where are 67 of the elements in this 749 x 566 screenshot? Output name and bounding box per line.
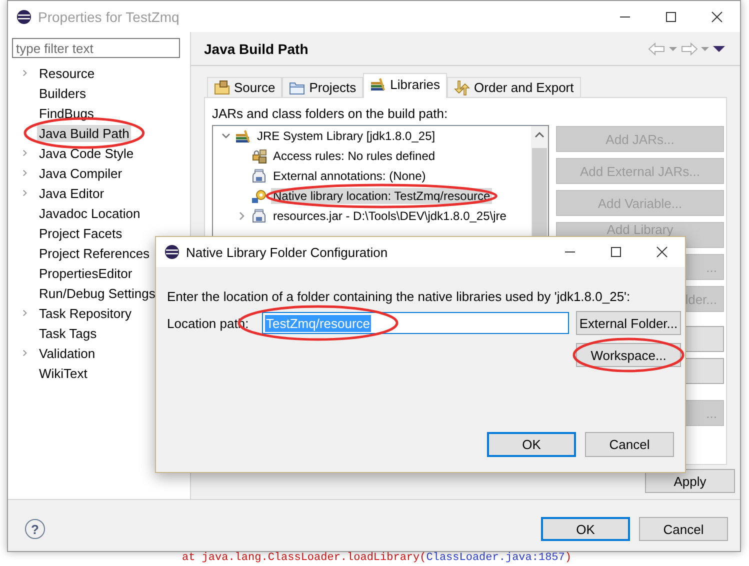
expand-caret-icon[interactable] — [21, 148, 29, 158]
stack-trace-line: at java.lang.ClassLoader.loadLibrary(ClassLoader.java:1857) — [182, 551, 572, 565]
nav-item[interactable]: Java Editor — [37, 184, 106, 202]
ok-button[interactable]: OK — [541, 517, 630, 541]
source-link[interactable]: ClassLoader.java:1857 — [426, 552, 565, 564]
folder-button[interactable]: External Folder... — [576, 311, 681, 335]
arrows-icon — [454, 80, 470, 96]
books-icon — [235, 128, 251, 144]
expand-caret-icon[interactable] — [21, 348, 29, 358]
maximize-icon — [610, 246, 622, 258]
expand-caret-icon[interactable] — [21, 68, 29, 78]
gear-icon — [251, 188, 267, 204]
expand-caret-icon[interactable] — [221, 131, 231, 141]
nav-item[interactable]: Javadoc Location — [37, 204, 142, 222]
folder-icon — [289, 80, 306, 96]
prompt-text: Enter the location of a folder containing the native libraries used by 'jdk1.8.0_25': — [167, 289, 632, 304]
folder-button[interactable]: Workspace... — [576, 343, 681, 367]
tab[interactable]: Libraries — [363, 73, 448, 98]
tree-item[interactable]: Native library location: TestZmq/resource — [271, 188, 492, 204]
tree-item[interactable]: External annotations: (None) — [271, 168, 428, 184]
jar-icon — [251, 208, 267, 224]
tab[interactable]: Order and Export — [447, 77, 581, 97]
maximize-icon — [665, 10, 677, 22]
jar-icon — [251, 168, 267, 184]
nav-item[interactable]: Java Build Path — [37, 124, 132, 142]
cancel-button[interactable]: Cancel — [639, 517, 728, 541]
close-icon — [656, 246, 668, 258]
nav-item[interactable]: Resource — [37, 64, 97, 82]
nav-item[interactable]: Task Tags — [37, 324, 99, 342]
expand-caret-icon[interactable] — [237, 211, 247, 221]
tab[interactable]: Projects — [282, 77, 364, 97]
expand-caret-icon[interactable] — [21, 168, 29, 178]
nav-item[interactable]: Builders — [37, 84, 88, 102]
nav-item[interactable]: PropertiesEditor — [37, 264, 134, 282]
window-title: Properties for TestZmq — [38, 8, 180, 24]
nav-item[interactable]: Java Compiler — [37, 164, 124, 182]
tree-item[interactable]: JRE System Library [jdk1.8.0_25] — [255, 128, 438, 144]
help-button[interactable]: ? — [25, 519, 45, 539]
close-icon — [711, 10, 723, 22]
cancel-button[interactable]: Cancel — [585, 432, 674, 457]
expand-caret-icon[interactable] — [21, 308, 29, 318]
nav-item[interactable]: FindBugs — [37, 104, 96, 122]
tree-item[interactable]: Access rules: No rules defined — [271, 148, 438, 164]
tab[interactable]: Source — [207, 77, 282, 97]
page-title: Java Build Path — [204, 40, 310, 56]
nav-item[interactable]: Run/Debug Settings — [37, 284, 158, 302]
package-folder-icon — [214, 80, 230, 96]
sphere-icon — [16, 8, 32, 24]
tree-item[interactable]: resources.jar - D:\Tools\DEV\jdk1.8.0_25\jre — [271, 208, 508, 224]
expand-caret-icon[interactable] — [21, 188, 29, 198]
ok-button[interactable]: OK — [487, 432, 576, 457]
view-menu-icon[interactable] — [712, 44, 726, 54]
nav-item[interactable]: Validation — [37, 344, 98, 362]
dialog-title: Native Library Folder Configuration — [186, 244, 389, 260]
nav-item[interactable]: Java Code Style — [37, 144, 136, 162]
nav-item[interactable]: WikiText — [37, 364, 90, 382]
books-icon — [370, 76, 386, 92]
padlock-icon — [251, 148, 267, 164]
nav-item[interactable]: Task Repository — [37, 304, 134, 322]
forward-arrow-icon[interactable] — [680, 42, 698, 56]
section-label: JARs and class folders on the build path: — [212, 106, 449, 121]
filter-field[interactable]: type filter text — [12, 38, 180, 58]
nav-item[interactable]: Project References — [37, 244, 152, 262]
back-arrow-icon[interactable] — [648, 42, 666, 56]
nav-item[interactable]: Project Facets — [37, 224, 124, 242]
sphere-icon — [164, 244, 180, 260]
apply-button[interactable]: Apply — [645, 469, 735, 493]
